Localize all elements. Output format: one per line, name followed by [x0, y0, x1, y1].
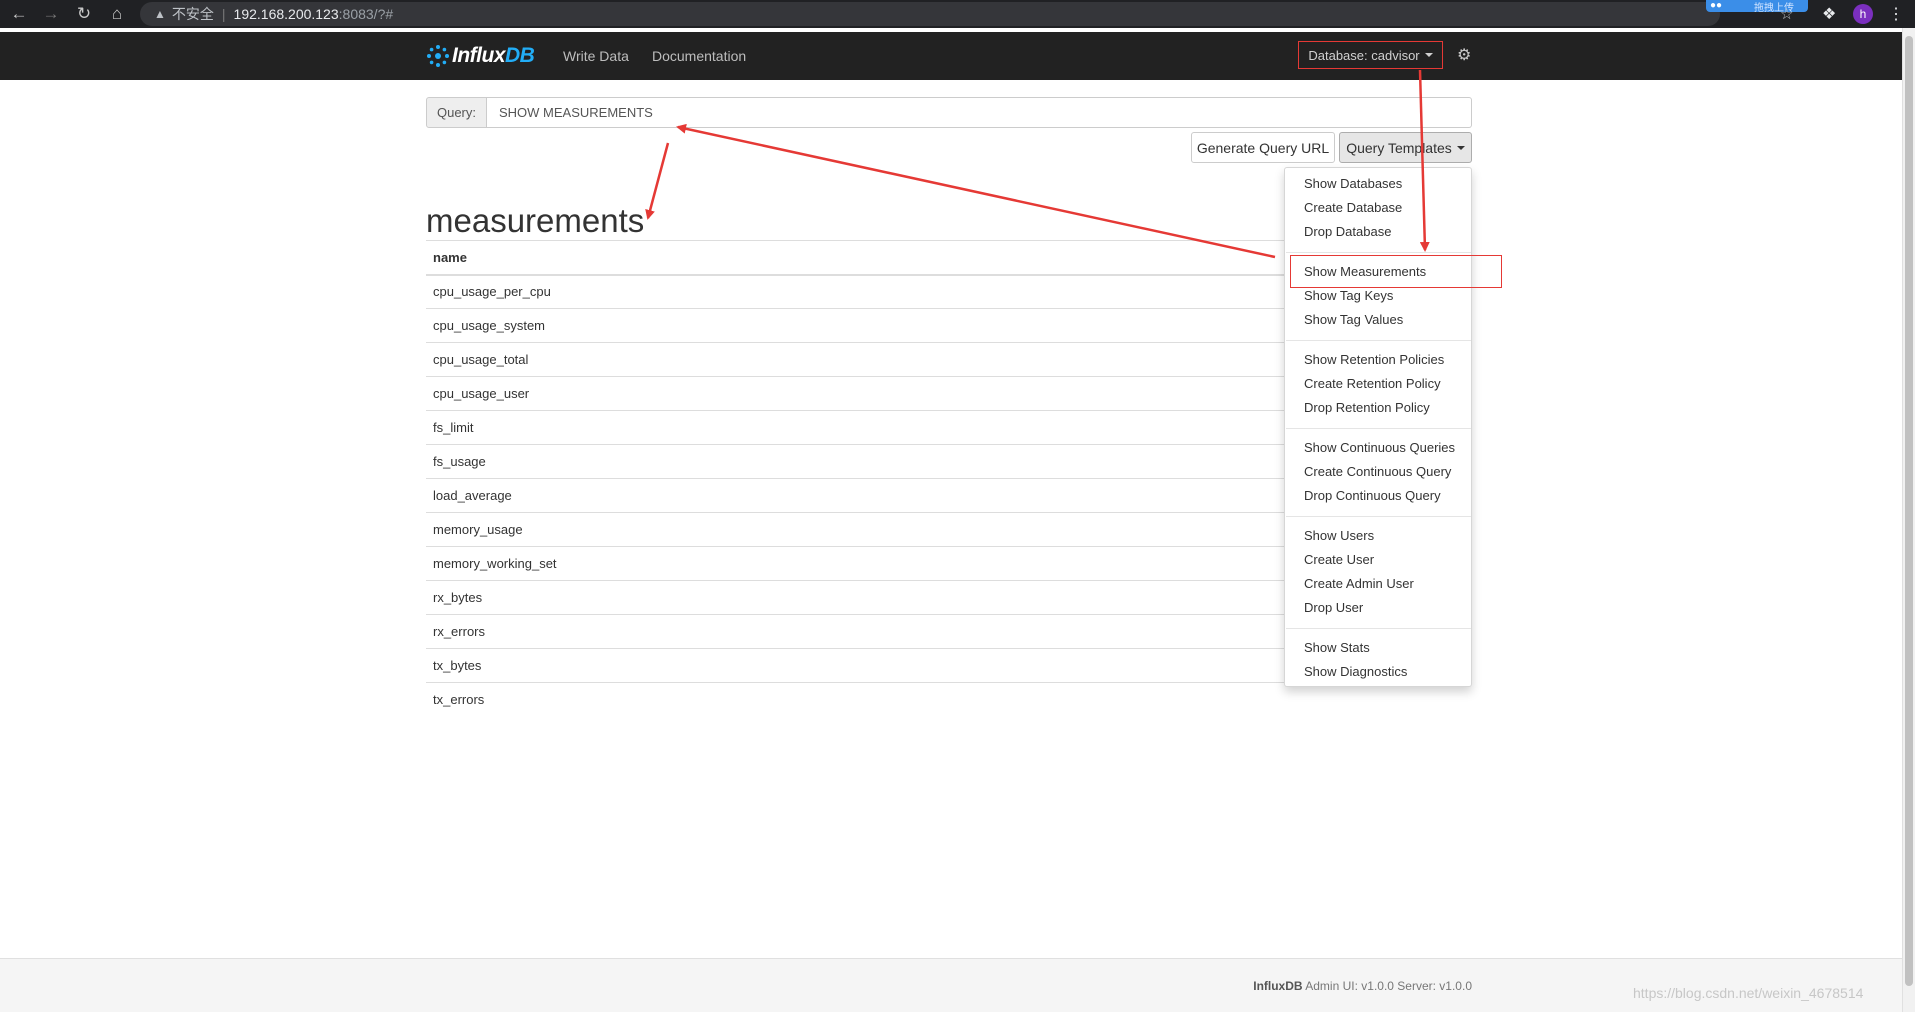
measurement-name-cell: rx_errors [426, 614, 1284, 649]
menu-item[interactable]: Show Retention Policies [1304, 352, 1444, 367]
table-row: cpu_usage_user [426, 376, 1284, 411]
menu-item[interactable]: Show Diagnostics [1304, 664, 1407, 679]
gear-icon[interactable]: ⚙ [1457, 45, 1471, 65]
result-title: measurements [426, 202, 645, 239]
table-row: fs_limit [426, 410, 1284, 445]
query-input[interactable] [487, 97, 1472, 128]
back-icon[interactable]: ← [3, 0, 35, 28]
chevron-down-icon [1424, 53, 1433, 57]
query-templates-menu: Show Databases Create Database Drop Databa… [1284, 167, 1472, 687]
menu-item[interactable]: Create User [1304, 552, 1374, 567]
column-header-name: name [426, 240, 1284, 276]
table-row: memory_working_set [426, 546, 1284, 581]
menu-divider [1286, 340, 1471, 341]
table-header-row: name [426, 240, 1284, 276]
footer-version: InfluxDB Admin UI: v1.0.0 Server: v1.0.0 [1253, 979, 1472, 993]
nav-documentation[interactable]: Documentation [652, 48, 746, 64]
menu-divider [1286, 516, 1471, 517]
query-group: Query: [426, 97, 1472, 128]
menu-item[interactable]: Show Stats [1304, 640, 1370, 655]
query-label: Query: [426, 97, 487, 128]
table-row: cpu_usage_total [426, 342, 1284, 377]
arrow-query-to-title [645, 142, 670, 220]
menu-item[interactable]: Show Tag Keys [1304, 288, 1393, 303]
table-row: cpu_usage_per_cpu [426, 275, 1284, 309]
upload-extension-icon: ●● [1710, 0, 1723, 11]
measurement-name-cell: cpu_usage_total [426, 342, 1284, 377]
menu-divider [1286, 628, 1471, 629]
menu-item[interactable]: Show Databases [1304, 176, 1402, 191]
measurement-name-cell: memory_working_set [426, 546, 1284, 581]
browser-menu-icon[interactable]: ⋮ [1888, 4, 1904, 24]
measurement-name-cell: cpu_usage_user [426, 376, 1284, 411]
watermark: https://blog.csdn.net/weixin_4678514 [1633, 985, 1864, 1001]
results-table: name cpu_usage_per_cpu cpu_usage_system cp… [426, 240, 1284, 717]
menu-item[interactable]: Show Continuous Queries [1304, 440, 1455, 455]
measurement-name-cell: fs_limit [426, 410, 1284, 445]
table-row: tx_errors [426, 682, 1284, 717]
influxdb-logo[interactable]: InfluxDB [426, 44, 535, 68]
url-host: 192.168.200.123 [233, 6, 339, 22]
address-bar[interactable]: ▲ 不安全 | 192.168.200.123:8083/?# [140, 2, 1720, 26]
measurement-name-cell: tx_bytes [426, 648, 1284, 683]
url-path: :8083/?# [338, 6, 394, 22]
table-row: fs_usage [426, 444, 1284, 479]
footer-brand: InfluxDB [1253, 979, 1303, 993]
menu-item[interactable]: Show Tag Values [1304, 312, 1403, 327]
menu-divider [1286, 428, 1471, 429]
query-templates-label: Query Templates [1346, 139, 1452, 156]
footer: InfluxDB Admin UI: v1.0.0 Server: v1.0.0 [0, 958, 1902, 1012]
table-row: load_average [426, 478, 1284, 513]
profile-avatar[interactable]: h [1853, 4, 1873, 24]
table-row: tx_bytes [426, 648, 1284, 683]
chevron-down-icon [1456, 145, 1465, 150]
menu-item[interactable]: Create Admin User [1304, 576, 1414, 591]
scrollbar-thumb[interactable] [1905, 36, 1913, 986]
menu-item[interactable]: Drop Database [1304, 224, 1391, 239]
measurement-name-cell: cpu_usage_system [426, 308, 1284, 343]
bookmark-star-icon[interactable]: ☆ [1780, 5, 1793, 23]
home-icon[interactable]: ⌂ [101, 0, 133, 28]
footer-version-text: Admin UI: v1.0.0 Server: v1.0.0 [1302, 979, 1472, 993]
menu-item[interactable]: Create Retention Policy [1304, 376, 1441, 391]
menu-item[interactable]: Create Continuous Query [1304, 464, 1451, 479]
measurement-name-cell: load_average [426, 478, 1284, 513]
menu-item[interactable]: Show Users [1304, 528, 1374, 543]
table-row: cpu_usage_system [426, 308, 1284, 343]
database-label: Database: cadvisor [1308, 47, 1420, 63]
annotation-highlight-box [1290, 255, 1502, 288]
browser-toolbar: ← → ↻ ⌂ ▲ 不安全 | 192.168.200.123:8083/?# … [0, 0, 1915, 28]
query-templates-button[interactable]: Query Templates [1339, 132, 1472, 163]
warning-icon: ▲ [154, 7, 166, 21]
menu-item[interactable]: Create Database [1304, 200, 1402, 215]
measurement-name-cell: tx_errors [426, 682, 1284, 717]
measurement-name-cell: cpu_usage_per_cpu [433, 284, 551, 300]
menu-item[interactable]: Drop Retention Policy [1304, 400, 1430, 415]
database-dropdown[interactable]: Database: cadvisor [1298, 41, 1443, 69]
menu-divider [1286, 252, 1471, 253]
nav-write-data[interactable]: Write Data [563, 48, 629, 64]
table-row: rx_bytes [426, 580, 1284, 615]
measurement-name-cell: fs_usage [426, 444, 1284, 479]
arrow-menu-to-query [676, 123, 1276, 259]
generate-query-url-button[interactable]: Generate Query URL [1191, 132, 1335, 163]
extensions-puzzle-icon[interactable]: ❖ [1822, 4, 1836, 24]
measurement-name-cell: memory_usage [426, 512, 1284, 547]
measurement-name-cell: rx_bytes [426, 580, 1284, 615]
app-navbar: InfluxDB Write Data Documentation Databa… [0, 32, 1902, 80]
menu-item[interactable]: Drop User [1304, 600, 1363, 615]
table-row: memory_usage [426, 512, 1284, 547]
influxdb-logo-icon [427, 45, 449, 67]
brand-name: InfluxDB [452, 44, 535, 67]
table-row: rx_errors [426, 614, 1284, 649]
menu-item[interactable]: Drop Continuous Query [1304, 488, 1441, 503]
vertical-scrollbar[interactable] [1902, 28, 1915, 1012]
forward-icon[interactable]: → [35, 0, 67, 28]
address-separator: | [221, 6, 226, 22]
security-label: 不安全 [171, 6, 214, 22]
reload-icon[interactable]: ↻ [68, 0, 100, 28]
